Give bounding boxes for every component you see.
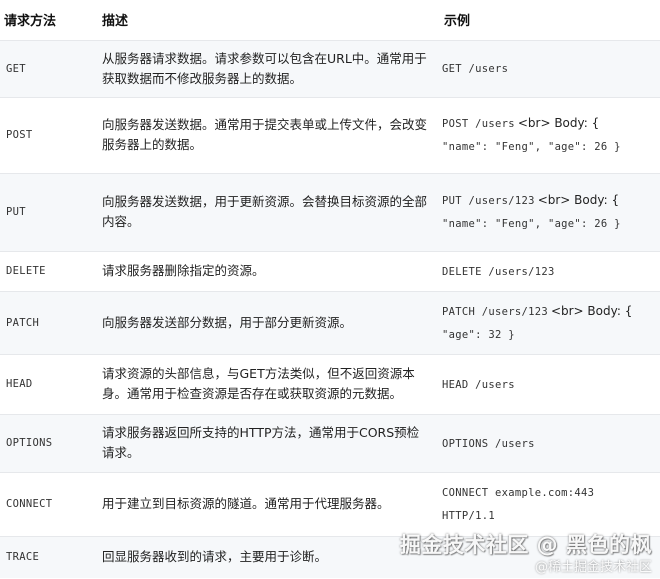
header-description: 描述: [102, 14, 129, 30]
example-code: DELETE /users/123: [442, 265, 555, 278]
example-cell: DELETE /users/123: [438, 251, 660, 291]
method-cell: CONNECT: [6, 498, 53, 510]
table-row: PUT 向服务器发送数据，用于更新资源。会替换目标资源的全部内容。 PUT /u…: [0, 173, 660, 251]
example-code-continued: "name": "Feng", "age": 26 }: [442, 141, 621, 153]
example-cell: HEAD /users: [438, 354, 660, 414]
method-cell: POST: [6, 129, 33, 141]
example-cell: POST /users <br> Body: { "name": "Feng", …: [438, 97, 660, 173]
table-row: POST 向服务器发送数据。通常用于提交表单或上传文件，会改变服务器上的数据。 …: [0, 97, 660, 173]
example-br-text: <br> Body: {: [517, 116, 600, 130]
example-br-text: <br> Body: {: [550, 303, 633, 318]
table-row: GET 从服务器请求数据。请求参数可以包含在URL中。通常用于获取数据而不修改服…: [0, 40, 660, 97]
example-cell: PUT /users/123 <br> Body: { "name": "Feng…: [438, 173, 660, 251]
example-code: OPTIONS /users: [442, 437, 535, 450]
method-cell: DELETE: [6, 265, 46, 277]
method-cell: TRACE: [6, 551, 40, 564]
description-cell: 向服务器发送部分数据，用于部分更新资源。: [102, 314, 353, 330]
table-row: PATCH 向服务器发送部分数据，用于部分更新资源。 PATCH /users/…: [0, 291, 660, 354]
method-cell: PATCH: [6, 316, 40, 329]
table-row: TRACE 回显服务器收到的请求，主要用于诊断。: [0, 536, 660, 578]
example-code: CONNECT example.com:443: [442, 487, 595, 499]
method-cell: HEAD: [6, 378, 33, 390]
example-code: POST /users: [442, 118, 515, 130]
example-code-continued: "name": "Feng", "age": 26 }: [442, 218, 621, 230]
method-cell: PUT: [6, 206, 26, 218]
http-methods-table: 请求方法 描述 示例 GET 从服务器请求数据。请求参数可以包含在URL中。通常…: [0, 0, 660, 578]
table-header-row: 请求方法 描述 示例: [0, 0, 660, 40]
table-row: OPTIONS 请求服务器返回所支持的HTTP方法，通常用于CORS预检请求。 …: [0, 414, 660, 472]
description-cell: 向服务器发送数据，用于更新资源。会替换目标资源的全部内容。: [102, 194, 428, 229]
table-row: CONNECT 用于建立到目标资源的隧道。通常用于代理服务器。 CONNECT …: [0, 472, 660, 536]
example-code-continued: "age": 32 }: [442, 328, 515, 341]
table-row: DELETE 请求服务器删除指定的资源。 DELETE /users/123: [0, 251, 660, 291]
example-code: HEAD /users: [442, 378, 515, 391]
description-cell: 回显服务器收到的请求，主要用于诊断。: [102, 549, 328, 565]
example-br-text: <br> Body: {: [537, 193, 620, 207]
example-code: PUT /users/123: [442, 195, 535, 207]
method-cell: GET: [6, 62, 26, 75]
method-cell: OPTIONS: [6, 437, 53, 449]
description-cell: 从服务器请求数据。请求参数可以包含在URL中。通常用于获取数据而不修改服务器上的…: [102, 50, 427, 86]
description-cell: 用于建立到目标资源的隧道。通常用于代理服务器。: [102, 496, 390, 511]
header-method: 请求方法: [4, 14, 57, 30]
example-cell: PATCH /users/123 <br> Body: { "age": 32 }: [438, 291, 660, 354]
example-code: PATCH /users/123: [442, 305, 548, 318]
example-cell: OPTIONS /users: [438, 414, 660, 472]
example-cell: [438, 536, 660, 578]
example-code-continued: HTTP/1.1: [442, 510, 495, 522]
description-cell: 向服务器发送数据。通常用于提交表单或上传文件，会改变服务器上的数据。: [102, 117, 428, 152]
description-cell: 请求服务器返回所支持的HTTP方法，通常用于CORS预检请求。: [102, 425, 420, 460]
description-cell: 请求资源的头部信息，与GET方法类似，但不返回资源本身。通常用于检查资源是否存在…: [102, 366, 415, 401]
table-row: HEAD 请求资源的头部信息，与GET方法类似，但不返回资源本身。通常用于检查资…: [0, 354, 660, 414]
example-code: GET /users: [442, 63, 509, 75]
description-cell: 请求服务器删除指定的资源。: [102, 263, 265, 278]
example-cell: CONNECT example.com:443 HTTP/1.1: [438, 472, 660, 536]
example-cell: GET /users: [438, 40, 660, 97]
header-example: 示例: [444, 14, 471, 30]
